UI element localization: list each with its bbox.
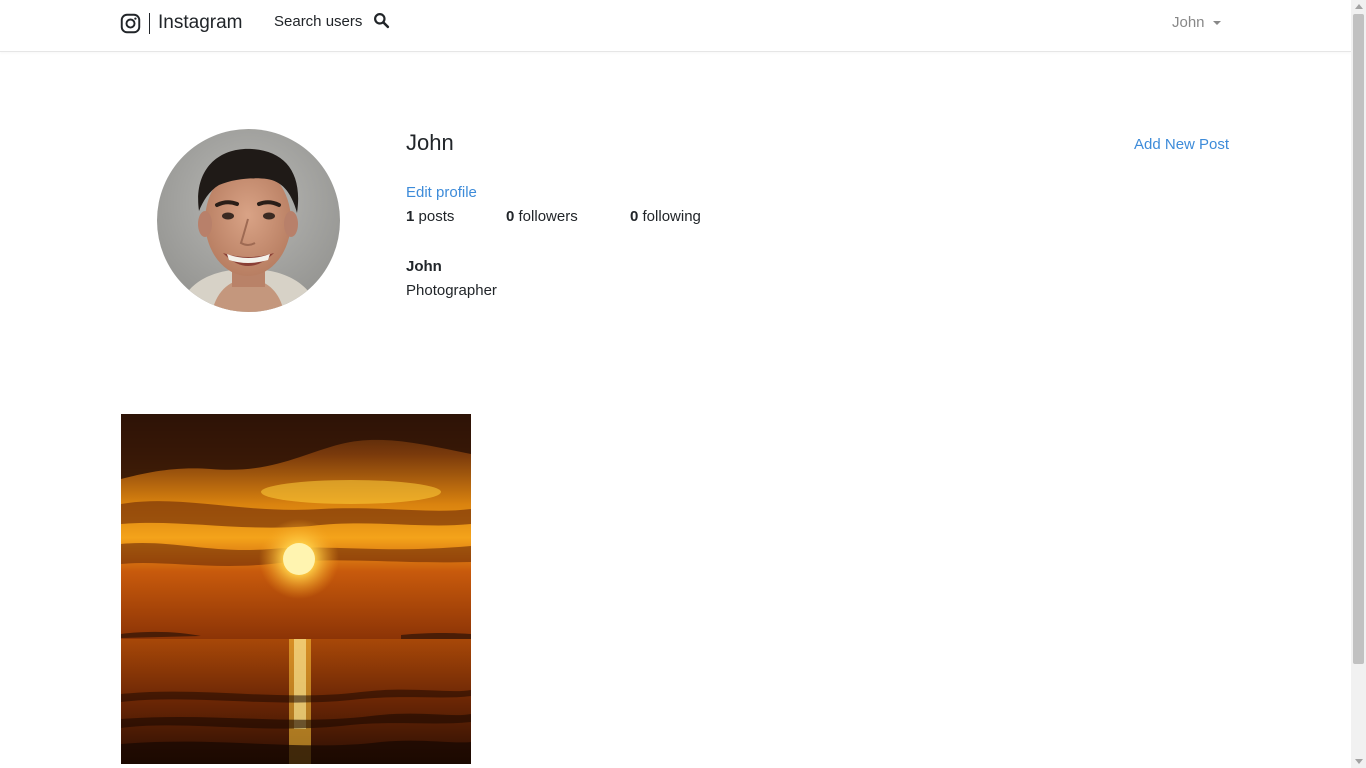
- bio-description: Photographer: [406, 282, 497, 299]
- instagram-icon: [120, 13, 141, 33]
- profile-avatar: [157, 129, 340, 312]
- search-users-link[interactable]: Search users: [274, 13, 390, 30]
- scroll-up-icon[interactable]: [1355, 4, 1363, 9]
- sunset-photo: [121, 414, 471, 764]
- followers-count: 0 followers: [506, 208, 578, 225]
- post-thumbnail[interactable]: [121, 414, 471, 764]
- add-new-post-link[interactable]: Add New Post: [1134, 136, 1229, 153]
- scroll-down-icon[interactable]: [1355, 759, 1363, 764]
- user-dropdown-label: John: [1172, 14, 1205, 31]
- posts-count-value: 1: [406, 208, 415, 225]
- followers-count-value: 0: [506, 208, 515, 225]
- brand-text: Instagram: [158, 12, 243, 33]
- caret-down-icon: [1212, 20, 1221, 25]
- brand-link[interactable]: Instagram: [120, 11, 242, 35]
- scrollbar-thumb[interactable]: [1353, 14, 1364, 664]
- page-scrollbar[interactable]: [1351, 0, 1366, 768]
- edit-profile-link[interactable]: Edit profile: [406, 184, 477, 201]
- following-count-value: 0: [630, 208, 639, 225]
- profile-username: John: [406, 130, 454, 155]
- navbar: Instagram Search users John: [0, 0, 1351, 52]
- posts-count: 1 posts: [406, 208, 454, 225]
- search-icon: [374, 13, 390, 29]
- posts-count-label: posts: [418, 208, 455, 225]
- search-users-label: Search users: [274, 13, 363, 30]
- followers-count-label: followers: [518, 208, 578, 225]
- bio-name: John: [406, 258, 442, 275]
- user-dropdown-toggle[interactable]: John: [1172, 14, 1221, 31]
- brand-divider: [149, 12, 150, 34]
- following-count: 0 following: [630, 208, 701, 225]
- following-count-label: following: [642, 208, 701, 225]
